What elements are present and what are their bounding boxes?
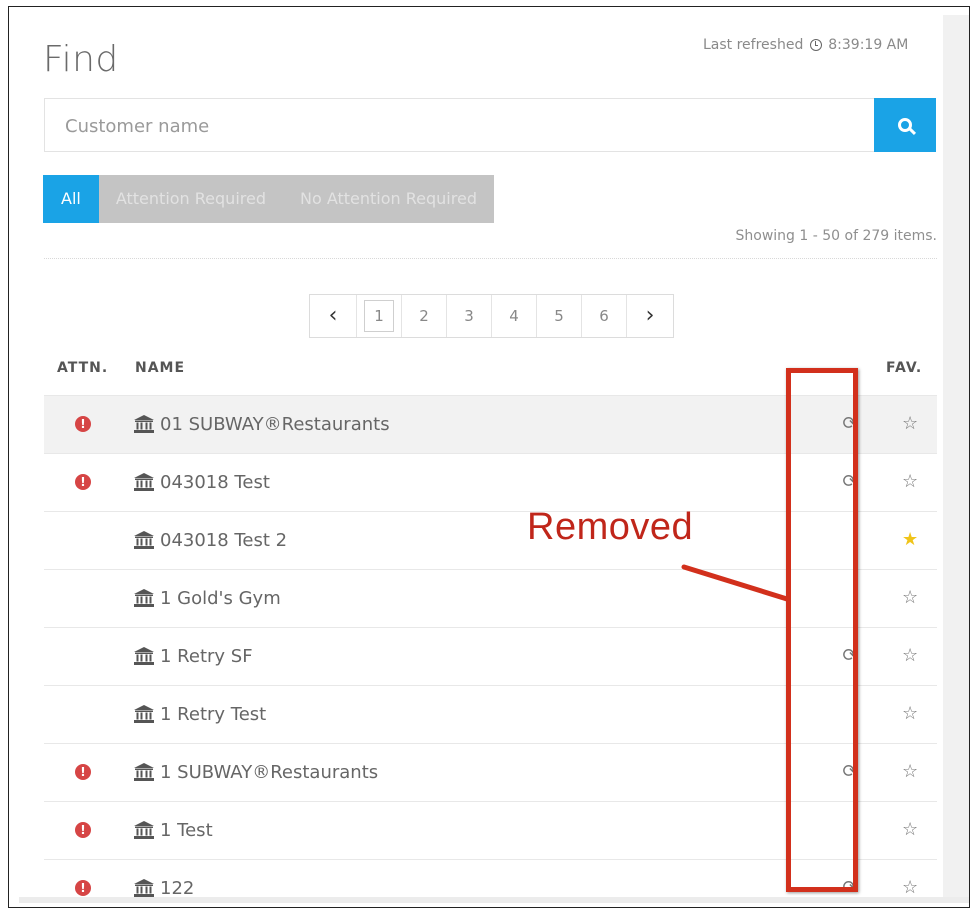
customer-name[interactable]: 1 SUBWAY®Restaurants (160, 762, 378, 783)
last-refreshed: Last refreshed 8:39:19 AM (703, 37, 908, 53)
pagination: ‹ 1 2 3 4 5 6 › (309, 294, 674, 338)
favorite-star-icon[interactable]: ☆ (902, 703, 918, 724)
favorite-star-icon[interactable]: ☆ (902, 877, 918, 898)
favorite-star-icon[interactable]: ☆ (902, 819, 918, 840)
filter-all[interactable]: All (43, 175, 99, 223)
favorite-star-icon[interactable]: ☆ (902, 471, 918, 492)
page-2[interactable]: 2 (402, 295, 447, 337)
customer-name[interactable]: 1 Retry Test (160, 704, 266, 725)
bank-icon (134, 589, 154, 607)
bank-icon (134, 879, 154, 897)
page-5[interactable]: 5 (537, 295, 582, 337)
annotation-highlight-box (786, 368, 858, 892)
showing-count: Showing 1 - 50 of 279 items. (735, 228, 938, 244)
search-button[interactable] (874, 98, 936, 152)
attention-icon: ! (75, 416, 91, 432)
bank-icon (134, 763, 154, 781)
column-header-attn: ATTN. (57, 360, 109, 376)
bank-icon (134, 531, 154, 549)
column-header-name: NAME (135, 360, 186, 376)
bank-icon (134, 821, 154, 839)
page-3[interactable]: 3 (447, 295, 492, 337)
customer-name[interactable]: 122 (160, 878, 194, 899)
customer-name[interactable]: 1 Test (160, 820, 213, 841)
clock-icon (809, 39, 822, 51)
bank-icon (134, 473, 154, 491)
customer-search-input[interactable] (45, 99, 897, 153)
filter-tabs: All Attention Required No Attention Requ… (43, 175, 494, 223)
search-bar (44, 98, 936, 153)
bank-icon (134, 415, 154, 433)
favorite-star-icon[interactable]: ★ (902, 529, 918, 550)
divider (44, 258, 937, 259)
favorite-star-icon[interactable]: ☆ (902, 645, 918, 666)
favorite-star-icon[interactable]: ☆ (902, 587, 918, 608)
attention-icon: ! (75, 822, 91, 838)
annotation-arrow (681, 564, 790, 602)
page-title: Find (43, 39, 119, 80)
bank-icon (134, 647, 154, 665)
page-4[interactable]: 4 (492, 295, 537, 337)
page-1-label: 1 (364, 300, 394, 332)
prev-page-button[interactable]: ‹ (310, 295, 357, 337)
attention-icon: ! (75, 764, 91, 780)
search-icon (898, 118, 912, 132)
attention-icon: ! (75, 880, 91, 896)
customer-name[interactable]: 1 Gold's Gym (160, 588, 281, 609)
filter-attention-required[interactable]: Attention Required (98, 175, 283, 223)
favorite-star-icon[interactable]: ☆ (902, 413, 918, 434)
page-1[interactable]: 1 (357, 295, 402, 337)
last-refreshed-time: 8:39:19 AM (828, 37, 909, 53)
customer-name[interactable]: 1 Retry SF (160, 646, 253, 667)
attention-icon: ! (75, 474, 91, 490)
customer-name[interactable]: 01 SUBWAY®Restaurants (160, 414, 390, 435)
column-header-fav: FAV. (886, 360, 923, 376)
annotation-label: Removed (527, 506, 694, 548)
bank-icon (134, 705, 154, 723)
page-6[interactable]: 6 (582, 295, 627, 337)
next-page-button[interactable]: › (627, 295, 673, 337)
scroll-gutter (943, 15, 969, 903)
favorite-star-icon[interactable]: ☆ (902, 761, 918, 782)
last-refreshed-label: Last refreshed (703, 37, 804, 53)
filter-no-attention-required[interactable]: No Attention Required (282, 175, 494, 223)
customer-name[interactable]: 043018 Test 2 (160, 530, 287, 551)
customer-name[interactable]: 043018 Test (160, 472, 270, 493)
